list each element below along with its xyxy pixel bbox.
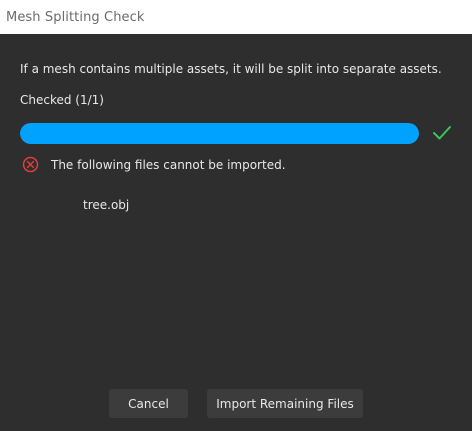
- check-icon: [433, 126, 451, 140]
- progress-bar-fill: [20, 123, 419, 144]
- window-title: Mesh Splitting Check: [6, 9, 145, 25]
- cancel-button[interactable]: Cancel: [109, 389, 188, 418]
- error-row: The following files cannot be imported.: [22, 156, 286, 173]
- mesh-splitting-dialog: Mesh Splitting Check If a mesh contains …: [0, 0, 472, 431]
- check-status: Checked (1/1): [20, 93, 104, 107]
- error-circle-x-icon: [22, 156, 39, 173]
- dialog-content: If a mesh contains multiple assets, it w…: [0, 34, 472, 431]
- import-remaining-files-button[interactable]: Import Remaining Files: [207, 389, 363, 418]
- description-text: If a mesh contains multiple assets, it w…: [20, 62, 442, 76]
- progress-bar: [20, 123, 419, 144]
- title-bar: Mesh Splitting Check: [0, 0, 472, 34]
- failed-file-item: tree.obj: [83, 198, 130, 212]
- error-message: The following files cannot be imported.: [51, 157, 286, 172]
